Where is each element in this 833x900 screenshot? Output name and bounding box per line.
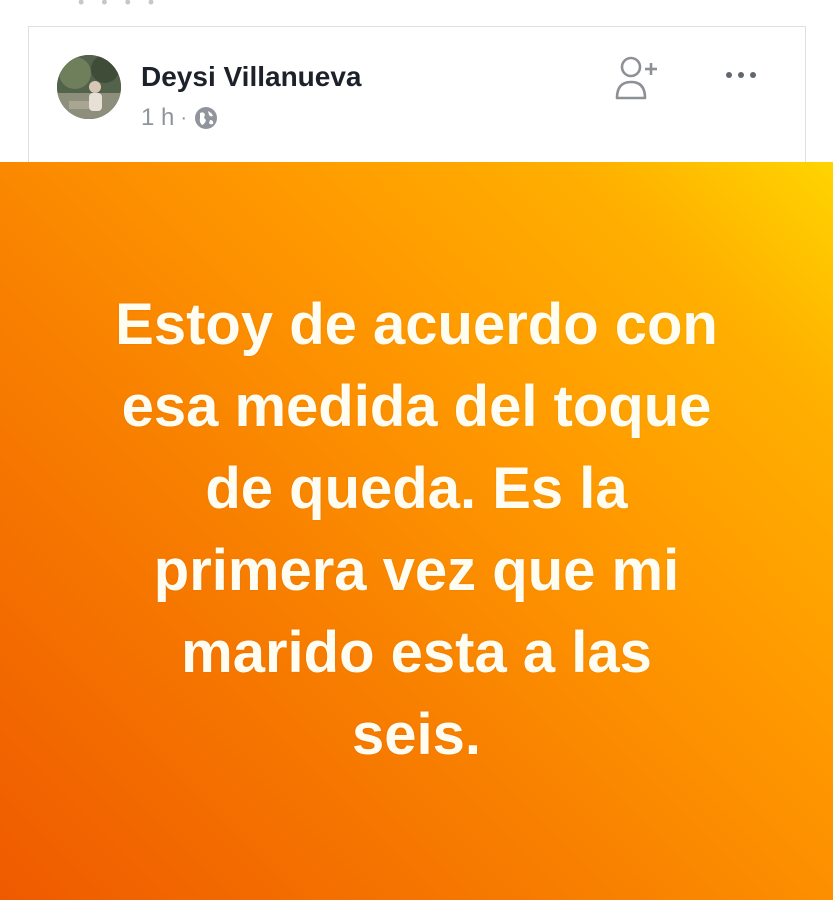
avatar-photo bbox=[57, 55, 121, 119]
post-text-line: marido esta a las bbox=[181, 620, 652, 685]
globe-icon[interactable] bbox=[193, 105, 219, 131]
post-text: Estoy de acuerdo con esa medida del toqu… bbox=[52, 284, 781, 776]
previous-post-edge: • • • • bbox=[0, 0, 833, 26]
post-header: Deysi Villanueva 1 h · bbox=[28, 26, 806, 162]
meta-separator: · bbox=[180, 106, 188, 129]
post-text-line: seis. bbox=[352, 702, 481, 767]
post-text-line: esa medida del toque bbox=[121, 374, 712, 439]
author-name[interactable]: Deysi Villanueva bbox=[141, 61, 362, 93]
more-options-icon[interactable] bbox=[721, 63, 761, 87]
previous-post-fragment: • • • • bbox=[78, 0, 161, 12]
avatar[interactable] bbox=[57, 55, 121, 119]
post-card: Deysi Villanueva 1 h · Estoy de acuerdo … bbox=[0, 26, 833, 900]
post-background[interactable]: Estoy de acuerdo con esa medida del toqu… bbox=[0, 162, 833, 900]
post-text-line: de queda. Es la bbox=[205, 456, 628, 521]
post-text-line: primera vez que mi bbox=[153, 538, 680, 603]
add-friend-icon[interactable] bbox=[611, 51, 667, 107]
post-time[interactable]: 1 h bbox=[141, 104, 174, 132]
post-text-line: Estoy de acuerdo con bbox=[115, 292, 718, 357]
post-meta: 1 h · bbox=[141, 103, 219, 133]
